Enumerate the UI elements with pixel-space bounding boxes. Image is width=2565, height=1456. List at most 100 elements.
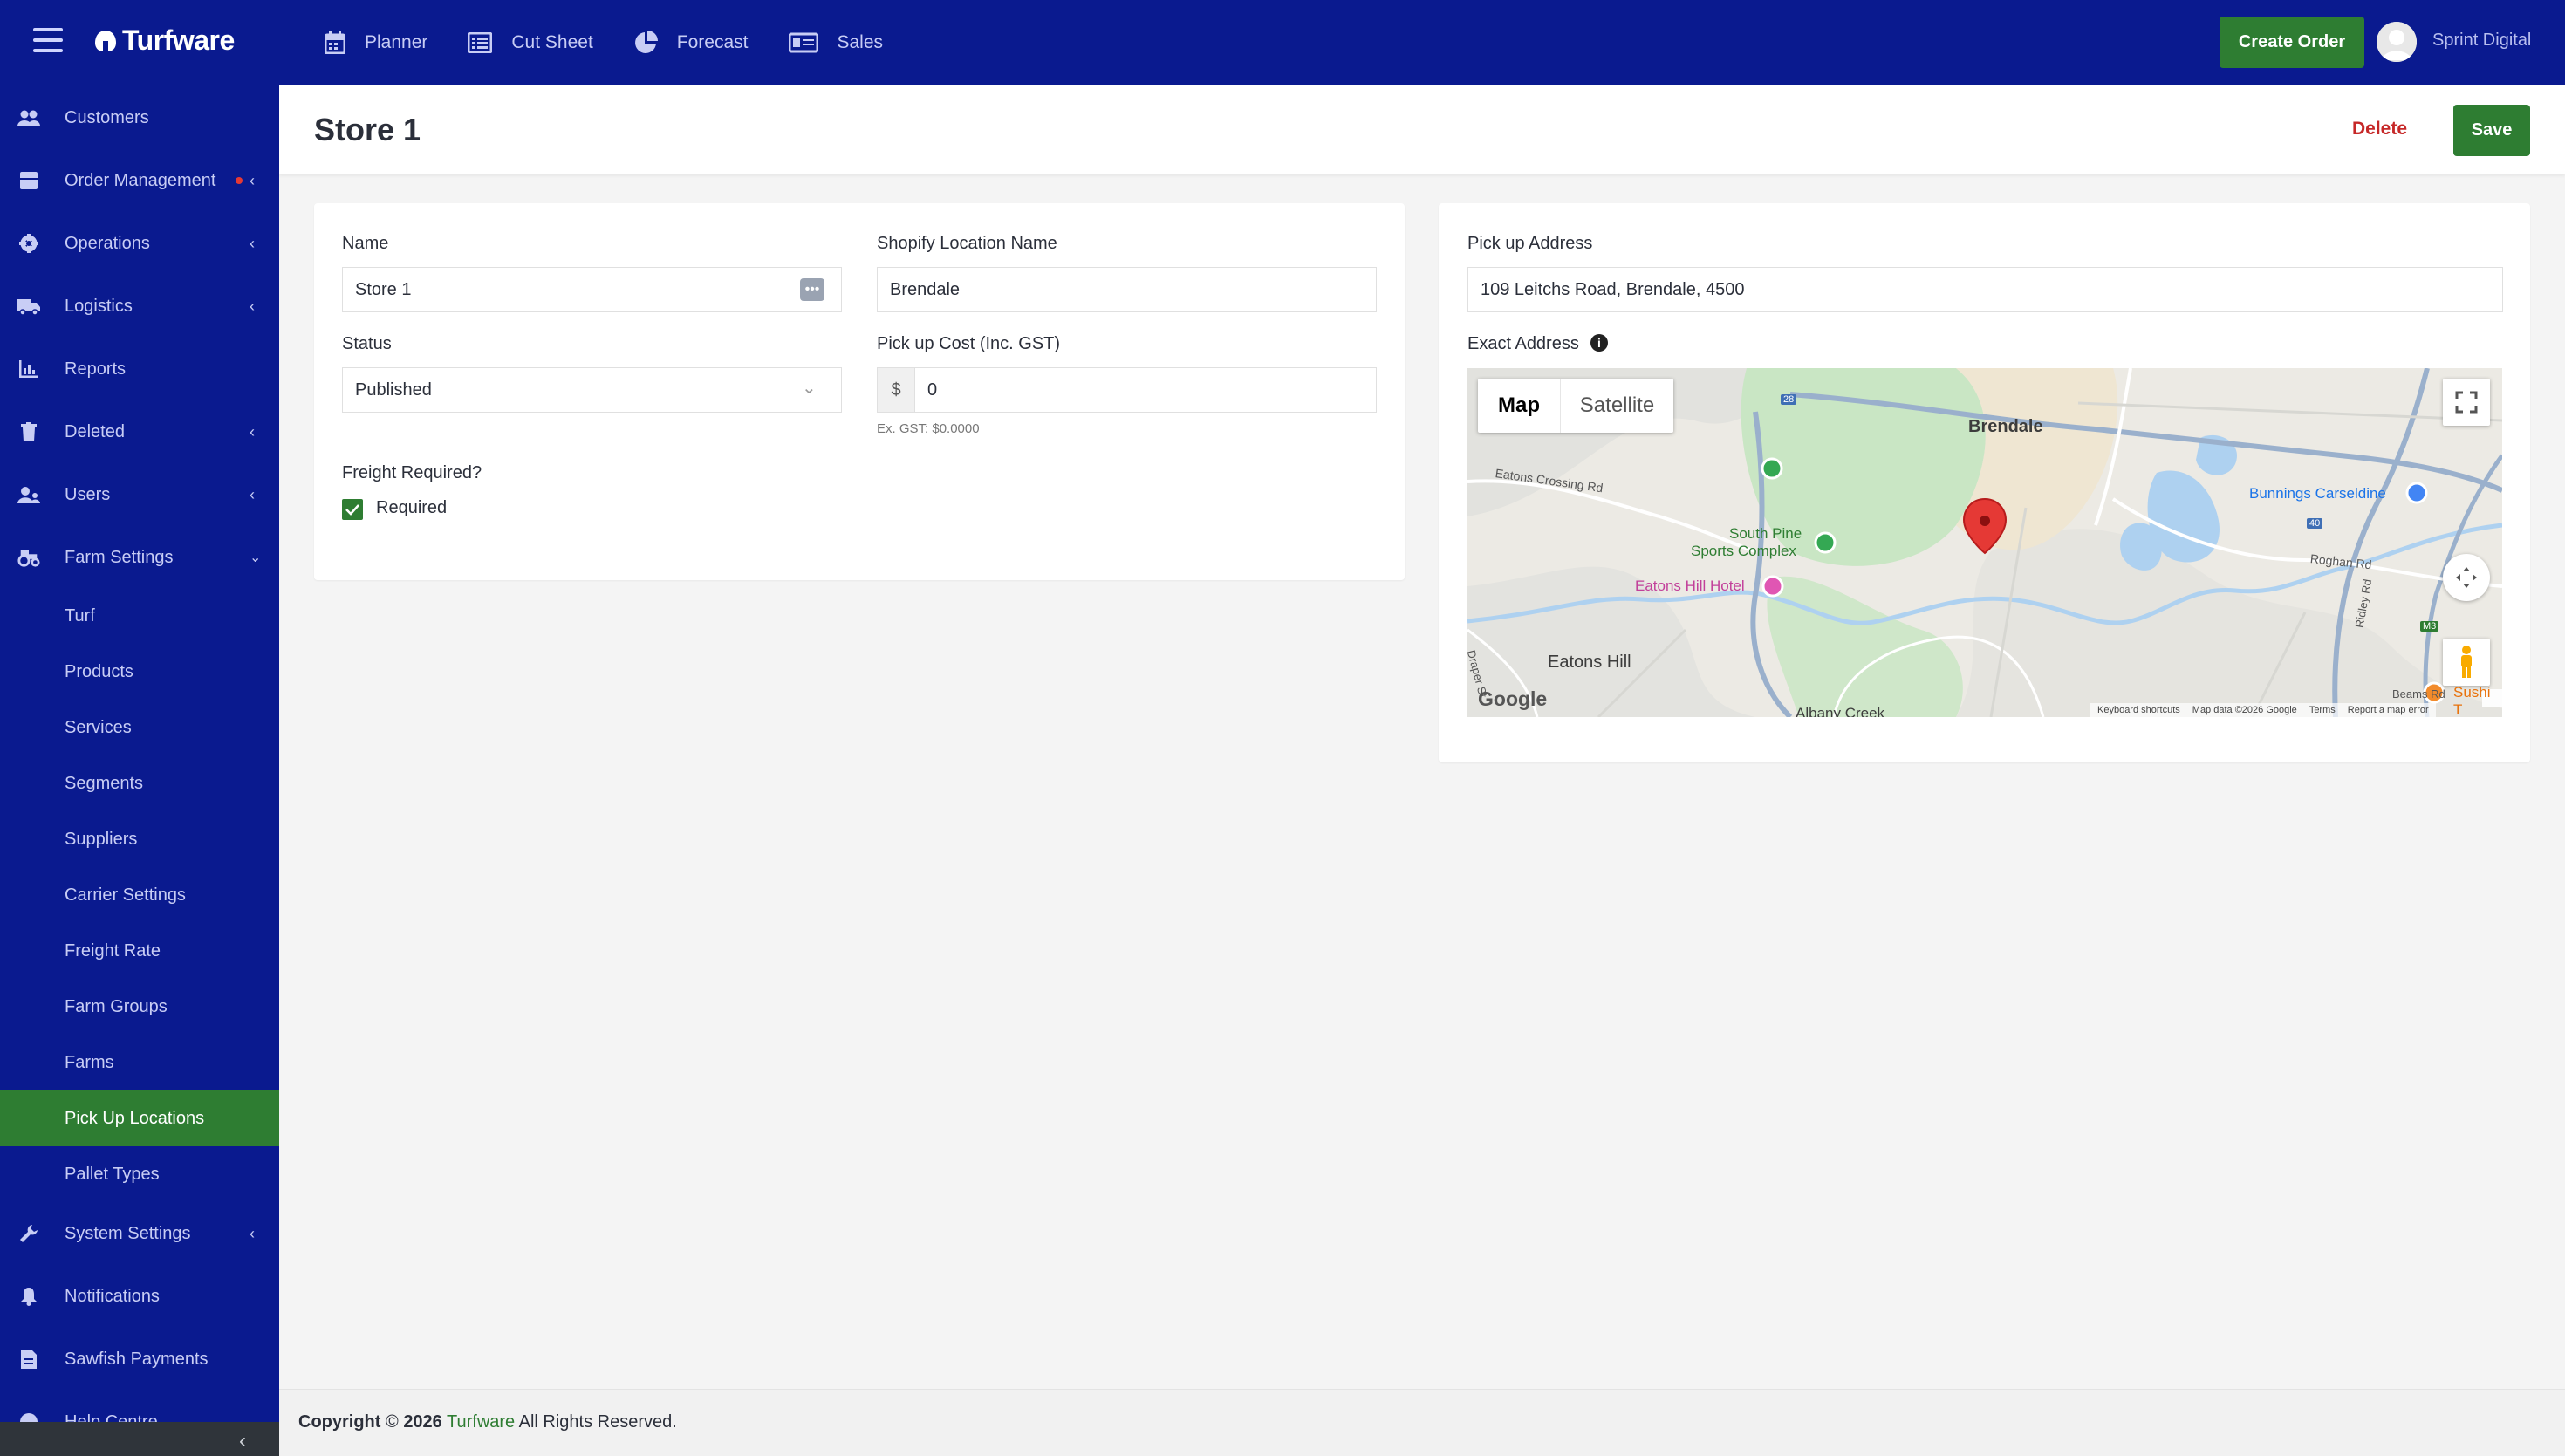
wrench-icon	[17, 1222, 40, 1245]
app-brand: Turfware	[122, 24, 235, 56]
chevron-left-icon[interactable]: ‹	[239, 1429, 246, 1453]
report-map-error-link[interactable]: Report a map error	[2348, 705, 2429, 715]
map-label-eatons-hill: Eatons Hill	[1548, 653, 1631, 672]
sidebar-subitem-farm-groups[interactable]: Farm Groups	[0, 979, 279, 1035]
footer-brand-link[interactable]: Turfware	[447, 1412, 515, 1432]
sidebar-item-label: Logistics	[65, 296, 133, 316]
more-icon[interactable]: •••	[800, 278, 824, 301]
name-label: Name	[342, 234, 389, 253]
name-input[interactable]: Store 1 •••	[342, 267, 842, 312]
sidebar-subitem-label: Pallet Types	[65, 1164, 160, 1184]
sidebar-item-label: Order Management	[65, 170, 216, 190]
sidebar-item-notifications[interactable]: Notifications	[0, 1268, 279, 1324]
sidebar-subitem-products[interactable]: Products	[0, 644, 279, 700]
keyboard-shortcuts-link[interactable]: Keyboard shortcuts	[2097, 705, 2180, 715]
map-label-bunnings: Bunnings Carseldine	[2249, 485, 2386, 502]
tractor-icon	[17, 546, 40, 569]
sidebar-item-order-management[interactable]: Order Management ‹	[0, 153, 279, 208]
menu-icon[interactable]	[33, 28, 63, 54]
nav-planner[interactable]: Planner	[325, 31, 428, 54]
ex-gst-hint: Ex. GST: $0.0000	[877, 421, 980, 436]
nav-forecast[interactable]: Forecast	[633, 31, 749, 55]
truck-icon	[17, 295, 40, 318]
chevron-left-icon: ‹	[250, 297, 255, 315]
copyright-symbol: ©	[386, 1412, 399, 1432]
nav-planner-label: Planner	[365, 32, 428, 52]
sidebar-item-label: Reports	[65, 359, 127, 379]
pickup-address-label: Pick up Address	[1467, 234, 1593, 253]
top-nav: Planner Cut Sheet Forecast Sales	[325, 0, 923, 85]
sidebar-item-label: Users	[65, 484, 111, 504]
sidebar-item-logistics[interactable]: Logistics ‹	[0, 278, 279, 334]
sidebar-item-customers[interactable]: Customers	[0, 90, 279, 146]
user-avatar-icon	[2377, 22, 2417, 62]
sidebar-subitem-suppliers[interactable]: Suppliers	[0, 811, 279, 867]
sidebar-subitem-label: Farm Groups	[65, 996, 168, 1016]
sidebar-subitem-services[interactable]: Services	[0, 700, 279, 755]
map-label-sports-complex: Sports Complex	[1691, 543, 1796, 559]
money-icon	[788, 32, 818, 53]
street-view-pegman-icon[interactable]	[2443, 639, 2490, 686]
chevron-left-icon: ‹	[250, 171, 255, 189]
name-input-value: Store 1	[355, 279, 412, 299]
sidebar-subitem-farms[interactable]: Farms	[0, 1035, 279, 1090]
chevron-down-icon: ⌄	[250, 550, 262, 565]
nav-cut-sheet[interactable]: Cut Sheet	[468, 32, 593, 53]
app-logo[interactable]: Turfware	[92, 24, 235, 57]
sidebar-subitem-segments[interactable]: Segments	[0, 755, 279, 811]
user-name[interactable]: Sprint Digital	[2432, 31, 2531, 51]
sidebar-item-deleted[interactable]: Deleted ‹	[0, 404, 279, 460]
pickup-cost-input[interactable]: $ 0	[877, 367, 1377, 413]
sidebar-item-system-settings[interactable]: System Settings ‹	[0, 1206, 279, 1261]
page-header: Store 1 Delete Save	[279, 85, 2565, 174]
avatar[interactable]	[2377, 22, 2417, 62]
map-tab-satellite[interactable]: Satellite	[1560, 379, 1673, 433]
chevron-down-icon: ⌄	[802, 379, 817, 398]
sidebar-item-operations[interactable]: Operations ‹	[0, 215, 279, 271]
list-icon	[468, 32, 493, 53]
sidebar-item-sawfish-payments[interactable]: Sawfish Payments	[0, 1331, 279, 1387]
google-logo[interactable]: Google	[1478, 687, 1547, 711]
sidebar: Customers Order Management ‹ Operations …	[0, 85, 279, 1456]
gear-icon	[17, 232, 40, 255]
sidebar-item-users[interactable]: Users ‹	[0, 467, 279, 523]
sidebar-collapse-bar[interactable]: ‹	[0, 1422, 279, 1456]
pickup-address-input[interactable]: 109 Leitchs Road, Brendale, 4500	[1467, 267, 2503, 312]
freight-required-checkbox-label[interactable]: Required	[376, 498, 447, 518]
sidebar-item-label: Sawfish Payments	[65, 1349, 209, 1369]
fullscreen-icon[interactable]	[2443, 379, 2490, 426]
sidebar-item-farm-settings[interactable]: Farm Settings ⌄	[0, 530, 279, 585]
sidebar-item-reports[interactable]: Reports	[0, 341, 279, 397]
page-footer: Copyright © 2026 Turfware All Rights Res…	[279, 1389, 2565, 1456]
map-widget[interactable]: Map Satellite Brendale Eatons Crossing R…	[1467, 368, 2502, 717]
save-button[interactable]: Save	[2453, 105, 2530, 156]
top-bar: Turfware Planner Cut Sheet Forecast Sale…	[0, 0, 2565, 85]
camera-control-icon[interactable]	[2443, 554, 2490, 601]
map-label-sushi: Sushi T	[2453, 684, 2491, 717]
sidebar-subitem-turf[interactable]: Turf	[0, 588, 279, 644]
map-terms-link[interactable]: Terms	[2309, 705, 2336, 715]
nav-sales-label: Sales	[837, 32, 884, 52]
info-icon[interactable]: i	[1590, 334, 1608, 352]
sidebar-subitem-pick-up-locations[interactable]: Pick Up Locations	[0, 1090, 279, 1146]
status-label: Status	[342, 334, 392, 353]
delete-button[interactable]: Delete	[2352, 119, 2407, 140]
create-order-button[interactable]: Create Order	[2220, 17, 2364, 68]
status-select[interactable]: Published ⌄	[342, 367, 842, 413]
chevron-left-icon: ‹	[250, 1224, 255, 1242]
freight-required-checkbox[interactable]	[342, 499, 363, 520]
sidebar-subitem-freight-rate[interactable]: Freight Rate	[0, 923, 279, 979]
document-icon	[17, 1348, 40, 1371]
sidebar-item-label: Deleted	[65, 421, 125, 441]
sidebar-subitem-carrier-settings[interactable]: Carrier Settings	[0, 867, 279, 923]
turfware-logo-icon	[95, 30, 116, 51]
calendar-icon	[325, 31, 345, 54]
sidebar-subitem-pallet-types[interactable]: Pallet Types	[0, 1146, 279, 1202]
nav-sales[interactable]: Sales	[788, 32, 884, 53]
map-label-brendale: Brendale	[1968, 417, 2043, 436]
shopify-location-input[interactable]: Brendale	[877, 267, 1377, 312]
map-tab-map[interactable]: Map	[1478, 379, 1560, 433]
chevron-left-icon: ‹	[250, 485, 255, 503]
exact-address-label: Exact Address	[1467, 334, 1579, 353]
sidebar-subitem-label: Carrier Settings	[65, 885, 186, 905]
